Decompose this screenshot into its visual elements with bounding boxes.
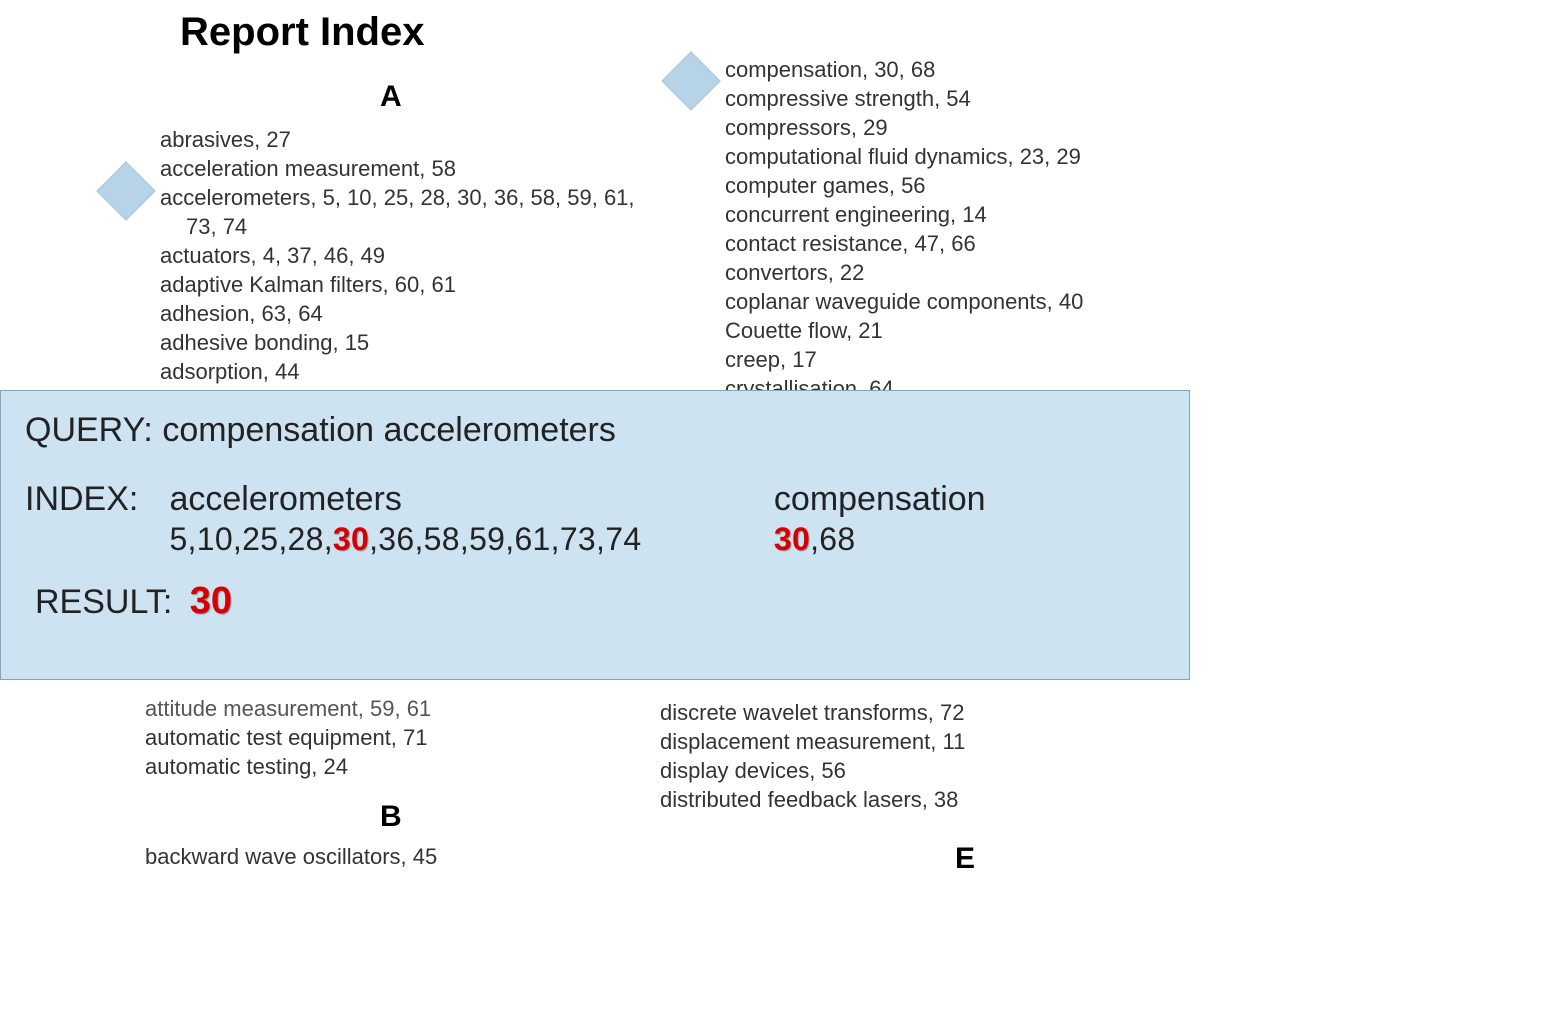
index-entry: creep, 17 (725, 346, 1195, 374)
index-entry: compensation, 30, 68 (725, 56, 1195, 84)
index-term-2: compensation (774, 480, 1074, 519)
index-entry: computational fluid dynamics, 23, 29 (725, 143, 1195, 171)
result-line: RESULT: 30 (35, 580, 1165, 623)
index-entry: computer games, 56 (725, 172, 1195, 200)
index-entry: contact resistance, 47, 66 (725, 230, 1195, 258)
highlight-page: 30 (774, 521, 810, 557)
index-entry: backward wave oscillators, 45 (145, 843, 665, 871)
index-entry: adaptive Kalman filters, 60, 61 (160, 271, 680, 299)
index-entry: coplanar waveguide components, 40 (725, 288, 1195, 316)
index-entry: automatic testing, 24 (145, 753, 665, 781)
query-overlay-box: QUERY: compensation accelerometers INDEX… (0, 390, 1190, 680)
index-entry: abrasives, 27 (160, 126, 680, 154)
result-value: 30 (190, 580, 232, 622)
index-column-d: discrete wavelet transforms, 72 displace… (660, 698, 1130, 815)
section-letter-e: E (955, 842, 975, 876)
diamond-marker-icon (96, 161, 155, 220)
index-column-a-lower: attitude measurement, 59, 61 automatic t… (145, 694, 665, 872)
index-entry: acceleration measurement, 58 (160, 155, 680, 183)
index-entry: display devices, 56 (660, 757, 1130, 785)
highlight-page: 30 (333, 521, 369, 557)
index-entry: discrete wavelet transforms, 72 (660, 699, 1130, 727)
index-line: INDEX: accelerometers 5,10,25,28,30,36,5… (25, 480, 1165, 558)
index-entry: automatic test equipment, 71 (145, 724, 665, 752)
index-entry: actuators, 4, 37, 46, 49 (160, 242, 680, 270)
index-entry: distributed feedback lasers, 38 (660, 786, 1130, 814)
index-term-2-pages: 30,68 (774, 521, 1074, 558)
index-entry: concurrent engineering, 14 (725, 201, 1195, 229)
query-label: QUERY: (25, 411, 153, 449)
index-entry: attitude measurement, 59, 61 (145, 695, 665, 723)
index-column-a-top: abrasives, 27 acceleration measurement, … (160, 75, 680, 416)
index-entry: displacement measurement, 11 (660, 728, 1130, 756)
index-entry: adsorption, 44 (160, 358, 680, 386)
section-letter-b: B (380, 800, 402, 834)
index-entry: compressors, 29 (725, 114, 1195, 142)
index-entry: adhesive bonding, 15 (160, 329, 680, 357)
page-title: Report Index (180, 10, 424, 55)
index-term-1-pages: 5,10,25,28,30,36,58,59,61,73,74 (169, 521, 729, 558)
index-label: INDEX: (25, 480, 165, 519)
index-entry: adhesion, 63, 64 (160, 300, 680, 328)
index-entry: Couette flow, 21 (725, 317, 1195, 345)
index-term-1: accelerometers (169, 480, 729, 519)
result-label: RESULT: (35, 583, 172, 621)
index-column-c: compensation, 30, 68 compressive strengt… (725, 55, 1195, 433)
index-entry: compressive strength, 54 (725, 85, 1195, 113)
query-text: compensation accelerometers (162, 411, 616, 449)
query-line: QUERY: compensation accelerometers (25, 411, 1165, 450)
index-entry: convertors, 22 (725, 259, 1195, 287)
index-entry: accelerometers, 5, 10, 25, 28, 30, 36, 5… (160, 184, 680, 212)
index-entry: 73, 74 (160, 213, 680, 241)
